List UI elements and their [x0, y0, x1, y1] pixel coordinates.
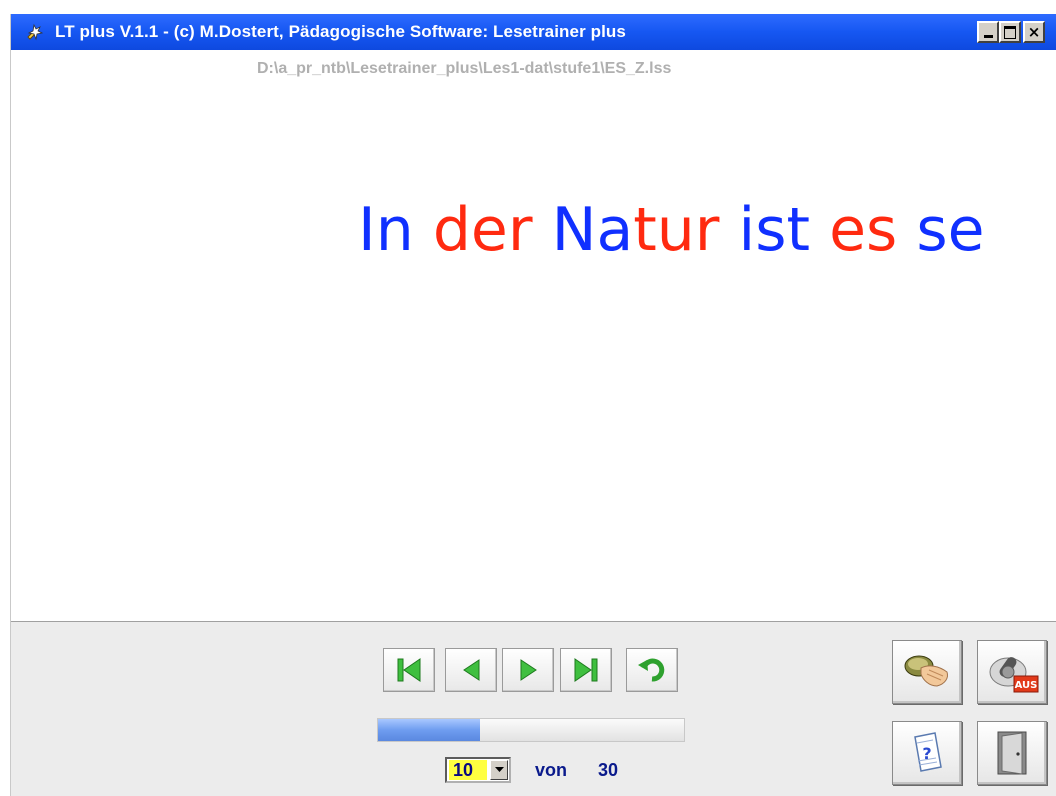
- control-panel: 10 von 30 AUS ?: [11, 621, 1056, 796]
- help-document-icon: ?: [914, 732, 942, 772]
- switch-label: AUS: [1015, 680, 1038, 691]
- sentence-segment: ist: [738, 195, 810, 265]
- sentence-segment: [810, 195, 829, 265]
- of-label: von: [535, 760, 568, 780]
- sentence-segment: [414, 195, 433, 265]
- sentence-segment: der: [432, 195, 533, 265]
- progress-fill: [378, 719, 480, 741]
- sentence-segment: tur: [633, 195, 720, 265]
- sentence-segment: [897, 195, 916, 265]
- hand-mouse-icon: [904, 655, 948, 687]
- app-icon[interactable]: [25, 22, 45, 42]
- exit-button[interactable]: [977, 721, 1047, 785]
- title-bar[interactable]: LT plus V.1.1 - (c) M.Dostert, Pädagogis…: [11, 14, 1056, 50]
- total-count: 30: [598, 760, 619, 780]
- minimize-icon: [983, 34, 993, 38]
- close-button[interactable]: ×: [1023, 21, 1045, 43]
- previous-icon: [463, 659, 480, 681]
- sentence-segment: [532, 195, 551, 265]
- sentence-segment: In: [358, 195, 414, 265]
- last-button[interactable]: [560, 648, 612, 692]
- app-window: LT plus V.1.1 - (c) M.Dostert, Pädagogis…: [10, 14, 1056, 796]
- sentence-segment: [719, 195, 738, 265]
- minimize-button[interactable]: [977, 21, 999, 43]
- progress-bar: [377, 718, 685, 742]
- previous-button[interactable]: [445, 648, 497, 692]
- exit-door-icon: [997, 731, 1027, 775]
- last-icon: [574, 658, 598, 682]
- off-switch-button[interactable]: AUS: [977, 640, 1047, 704]
- page-select-value: 10: [449, 760, 487, 780]
- repeat-icon: [638, 658, 665, 682]
- close-icon: ×: [1027, 22, 1041, 41]
- maximize-icon: [1004, 25, 1016, 39]
- first-button[interactable]: [383, 648, 435, 692]
- next-icon: [520, 659, 537, 681]
- svg-text:?: ?: [922, 744, 931, 763]
- help-button[interactable]: ?: [892, 721, 962, 785]
- repeat-button[interactable]: [626, 648, 678, 692]
- sentence-segment: Na: [551, 195, 634, 265]
- sentence-segment: se: [916, 195, 985, 265]
- file-path: D:\a_pr_ntb\Lesetrainer_plus\Les1-dat\st…: [257, 60, 672, 77]
- window-title: LT plus V.1.1 - (c) M.Dostert, Pädagogis…: [55, 22, 626, 41]
- next-button[interactable]: [502, 648, 554, 692]
- page-select[interactable]: 10: [445, 757, 511, 783]
- chevron-down-icon[interactable]: [490, 760, 508, 780]
- maximize-button[interactable]: [999, 21, 1021, 43]
- first-icon: [397, 658, 421, 682]
- mouse-mode-button[interactable]: [892, 640, 962, 704]
- reading-sentence: In der Natur ist es se: [358, 190, 985, 270]
- off-switch-icon: AUS: [989, 657, 1039, 693]
- sentence-segment: es: [829, 195, 898, 265]
